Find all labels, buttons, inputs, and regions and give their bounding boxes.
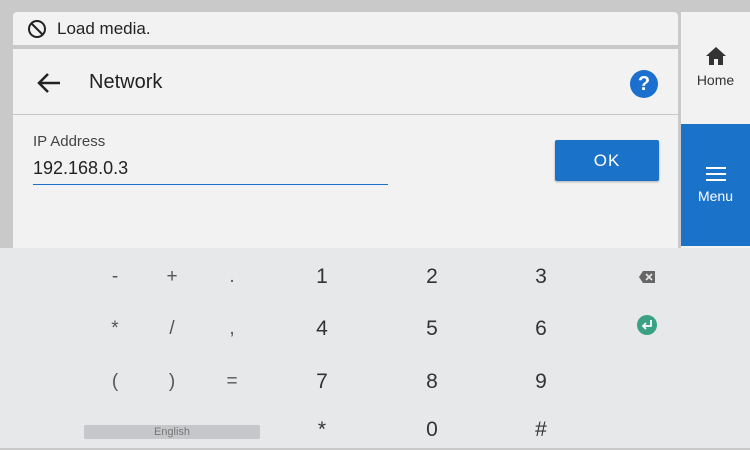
key-slash[interactable]: / [147, 309, 197, 349]
sidebar-item-menu[interactable]: Menu [681, 124, 750, 246]
key-8[interactable]: 8 [407, 362, 457, 402]
page-title: Network [89, 71, 163, 93]
key-hash[interactable]: # [516, 410, 566, 450]
ip-address-input[interactable] [33, 153, 388, 185]
panel-header: Network ? [13, 49, 678, 115]
key-comma[interactable]: , [207, 309, 257, 349]
key-close-paren[interactable]: ) [147, 362, 197, 402]
key-1[interactable]: 1 [297, 257, 347, 297]
key-6[interactable]: 6 [516, 309, 566, 349]
home-icon [705, 47, 726, 65]
key-plus[interactable]: + [147, 257, 197, 297]
ip-address-label: IP Address [33, 133, 106, 150]
key-asterisk[interactable]: * [297, 410, 347, 450]
key-4[interactable]: 4 [297, 309, 347, 349]
key-7[interactable]: 7 [297, 362, 347, 402]
status-text: Load media. [57, 18, 151, 38]
backspace-icon [639, 271, 655, 283]
no-media-icon [28, 19, 46, 38]
network-panel: Network ? IP Address OK [13, 49, 678, 249]
key-0[interactable]: 0 [407, 410, 457, 450]
key-enter[interactable] [622, 305, 672, 345]
language-switch[interactable]: English [84, 425, 260, 439]
key-2[interactable]: 2 [407, 257, 457, 297]
key-backspace[interactable] [622, 257, 672, 297]
sidebar-item-home[interactable]: Home [681, 12, 750, 122]
key-equals[interactable]: = [207, 362, 257, 402]
help-symbol: ? [637, 72, 651, 95]
help-icon[interactable]: ? [630, 70, 658, 98]
key-minus[interactable]: - [90, 257, 140, 297]
key-5[interactable]: 5 [407, 309, 457, 349]
enter-icon [637, 315, 657, 335]
language-label: English [153, 426, 191, 438]
sidebar-home-label: Home [696, 72, 735, 88]
key-3[interactable]: 3 [516, 257, 566, 297]
ok-button[interactable]: OK [555, 140, 659, 181]
hamburger-icon [705, 167, 726, 181]
key-asterisk-symbol[interactable]: * [90, 309, 140, 349]
arrow-left-icon[interactable] [35, 69, 63, 97]
key-period[interactable]: . [207, 257, 257, 297]
status-bar: Load media. [13, 12, 678, 45]
key-9[interactable]: 9 [516, 362, 566, 402]
sidebar-menu-label: Menu [697, 188, 734, 204]
sidebar: Home Menu [681, 12, 750, 248]
key-open-paren[interactable]: ( [90, 362, 140, 402]
